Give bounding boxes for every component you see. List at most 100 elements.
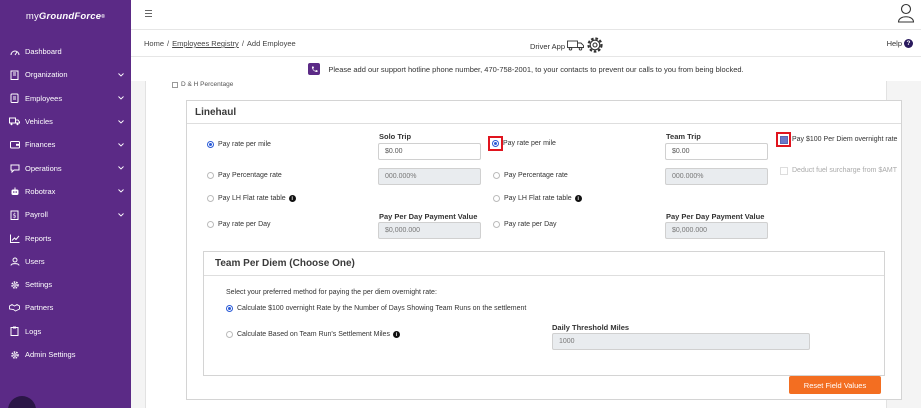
sidebar-item-label: Dashboard xyxy=(25,47,62,57)
sidebar-floating-button[interactable] xyxy=(8,396,36,408)
daily-threshold-input xyxy=(552,333,810,350)
team-pay-rate-per-day-radio[interactable] xyxy=(493,221,500,228)
per-diem-days-label: Calculate $100 overnight Rate by the Num… xyxy=(237,305,527,312)
solo-trip-label: Solo Trip xyxy=(379,132,412,141)
per-diem-miles-radio[interactable] xyxy=(226,331,233,338)
sidebar-item-label: Logs xyxy=(25,326,42,336)
sidebar-item-vehicles[interactable]: Vehicles xyxy=(0,110,131,133)
sidebar-item-label: Partners xyxy=(25,303,54,313)
sidebar-item-reports[interactable]: Reports xyxy=(0,226,131,249)
per-diem-miles-option[interactable]: Calculate Based on Team Run's Settlement… xyxy=(226,331,400,338)
sidebar-item-operations[interactable]: Operations xyxy=(0,156,131,179)
brand-logo[interactable]: my GroundForce ® xyxy=(0,0,131,33)
solo-pay-percentage-radio[interactable] xyxy=(207,172,214,179)
pay-per-diem-label: Pay $100 Per Diem overnight rate xyxy=(792,136,898,143)
sidebar-item-label: Employees xyxy=(25,93,63,103)
user-profile-icon[interactable] xyxy=(897,3,915,23)
gear-icon xyxy=(9,280,20,290)
sidebar-item-settings[interactable]: Settings xyxy=(0,273,131,296)
per-diem-days-radio[interactable] xyxy=(226,305,233,312)
team-option-label: Pay rate per mile xyxy=(503,140,556,147)
brand-prefix: my xyxy=(25,11,39,22)
solo-pay-rate-per-day-option[interactable]: Pay rate per Day xyxy=(207,221,271,228)
sidebar-item-finances[interactable]: Finances xyxy=(0,133,131,156)
handshake-icon xyxy=(9,303,20,313)
dh-percentage-checkbox[interactable] xyxy=(172,81,178,88)
team-rate-per-mile-input[interactable] xyxy=(665,143,768,160)
solo-per-day-input xyxy=(378,222,481,239)
employee-form-card: D & H Percentage Linehaul Pay rate per m… xyxy=(145,81,902,408)
chart-icon xyxy=(9,233,20,243)
sidebar-item-partners[interactable]: Partners xyxy=(0,296,131,319)
reset-field-values-button[interactable]: Reset Field Values xyxy=(789,376,881,394)
id-card-icon xyxy=(9,93,20,104)
team-pay-rate-per-mile-option[interactable]: Pay rate per mile xyxy=(492,140,556,147)
team-trip-label: Team Trip xyxy=(666,132,701,141)
team-pay-percentage-radio[interactable] xyxy=(493,172,500,179)
per-diem-miles-label: Calculate Based on Team Run's Settlement… xyxy=(237,331,390,338)
pay-per-diem-checkbox[interactable] xyxy=(780,136,788,144)
linehaul-section: Linehaul Pay rate per mile Pay Percentag… xyxy=(186,100,902,400)
dashboard-icon xyxy=(9,47,20,57)
chat-icon xyxy=(9,163,20,173)
sidebar-item-admin-settings[interactable]: Admin Settings xyxy=(0,343,131,366)
brand-mark: ® xyxy=(101,13,106,20)
solo-pay-percentage-option[interactable]: Pay Percentage rate xyxy=(207,172,282,179)
sidebar-item-payroll[interactable]: $ Payroll xyxy=(0,203,131,226)
sidebar-item-robotrax[interactable]: Robotrax xyxy=(0,180,131,203)
support-notice: Please add our support hotline phone num… xyxy=(131,57,921,81)
help-link[interactable]: Help ? xyxy=(887,39,913,48)
sidebar-item-logs[interactable]: Logs xyxy=(0,320,131,343)
team-pay-rate-per-mile-radio[interactable] xyxy=(492,140,499,147)
sidebar-item-users[interactable]: Users xyxy=(0,250,131,273)
info-icon[interactable]: i xyxy=(392,331,400,338)
breadcrumb-employees-registry[interactable]: Employees Registry xyxy=(172,39,239,48)
dh-percentage-option[interactable]: D & H Percentage xyxy=(172,81,233,88)
pay-per-diem-option[interactable]: Pay $100 Per Diem overnight rate xyxy=(780,135,898,145)
sidebar-item-label: Organization xyxy=(25,70,68,80)
sidebar-item-label: Settings xyxy=(25,280,53,290)
sidebar: my GroundForce ® Dashboard Organization Em… xyxy=(0,0,131,408)
sidebar-item-organization[interactable]: Organization xyxy=(0,63,131,86)
team-pay-lh-flat-radio[interactable] xyxy=(493,195,500,202)
team-pay-percentage-option[interactable]: Pay Percentage rate xyxy=(493,172,568,179)
team-option-label: Pay LH Flat rate table xyxy=(504,195,572,202)
chevron-down-icon xyxy=(117,94,125,102)
notice-text: Please add our support hotline phone num… xyxy=(328,64,744,74)
team-pay-lh-flat-option[interactable]: Pay LH Flat rate table i xyxy=(493,195,582,202)
main-content: D & H Percentage Linehaul Pay rate per m… xyxy=(131,81,921,408)
solo-option-label: Pay rate per Day xyxy=(218,221,271,228)
solo-pay-rate-per-day-radio[interactable] xyxy=(207,221,214,228)
sidebar-item-label: Finances xyxy=(25,140,56,150)
truck-icon xyxy=(9,117,20,127)
info-icon[interactable]: i xyxy=(288,195,296,202)
solo-pay-rate-per-mile-radio[interactable] xyxy=(207,141,214,148)
linehaul-title: Linehaul xyxy=(195,107,237,118)
per-diem-days-option[interactable]: Calculate $100 overnight Rate by the Num… xyxy=(226,305,526,312)
team-pay-rate-per-day-option[interactable]: Pay rate per Day xyxy=(493,221,557,228)
sidebar-item-label: Vehicles xyxy=(25,117,53,127)
solo-pay-lh-flat-option[interactable]: Pay LH Flat rate table i xyxy=(207,195,296,202)
delivery-truck-icon xyxy=(567,40,585,53)
clipboard-icon xyxy=(9,326,20,337)
breadcrumb: Home / Employees Registry / Add Employee xyxy=(144,39,296,48)
sidebar-item-employees[interactable]: Employees xyxy=(0,87,131,110)
chevron-down-icon xyxy=(117,71,125,79)
chevron-down-icon xyxy=(117,118,125,126)
solo-rate-per-mile-input[interactable] xyxy=(378,143,481,160)
driver-app-link[interactable]: Driver App xyxy=(530,35,605,57)
sidebar-item-dashboard[interactable]: Dashboard xyxy=(0,40,131,63)
help-label: Help xyxy=(886,39,902,48)
deduct-fuel-checkbox xyxy=(780,167,788,175)
info-icon[interactable]: i xyxy=(574,195,582,202)
robot-icon xyxy=(9,186,20,196)
driver-app-label: Driver App xyxy=(530,41,566,51)
breadcrumb-home[interactable]: Home xyxy=(144,39,164,48)
solo-pay-rate-per-mile-option[interactable]: Pay rate per mile xyxy=(207,141,271,148)
sidebar-item-label: Admin Settings xyxy=(25,350,76,359)
settings-gear-icon[interactable] xyxy=(585,35,605,57)
solo-pay-lh-flat-radio[interactable] xyxy=(207,195,214,202)
hamburger-menu-icon[interactable] xyxy=(144,9,154,19)
payroll-icon: $ xyxy=(9,210,20,220)
building-icon xyxy=(9,70,20,80)
